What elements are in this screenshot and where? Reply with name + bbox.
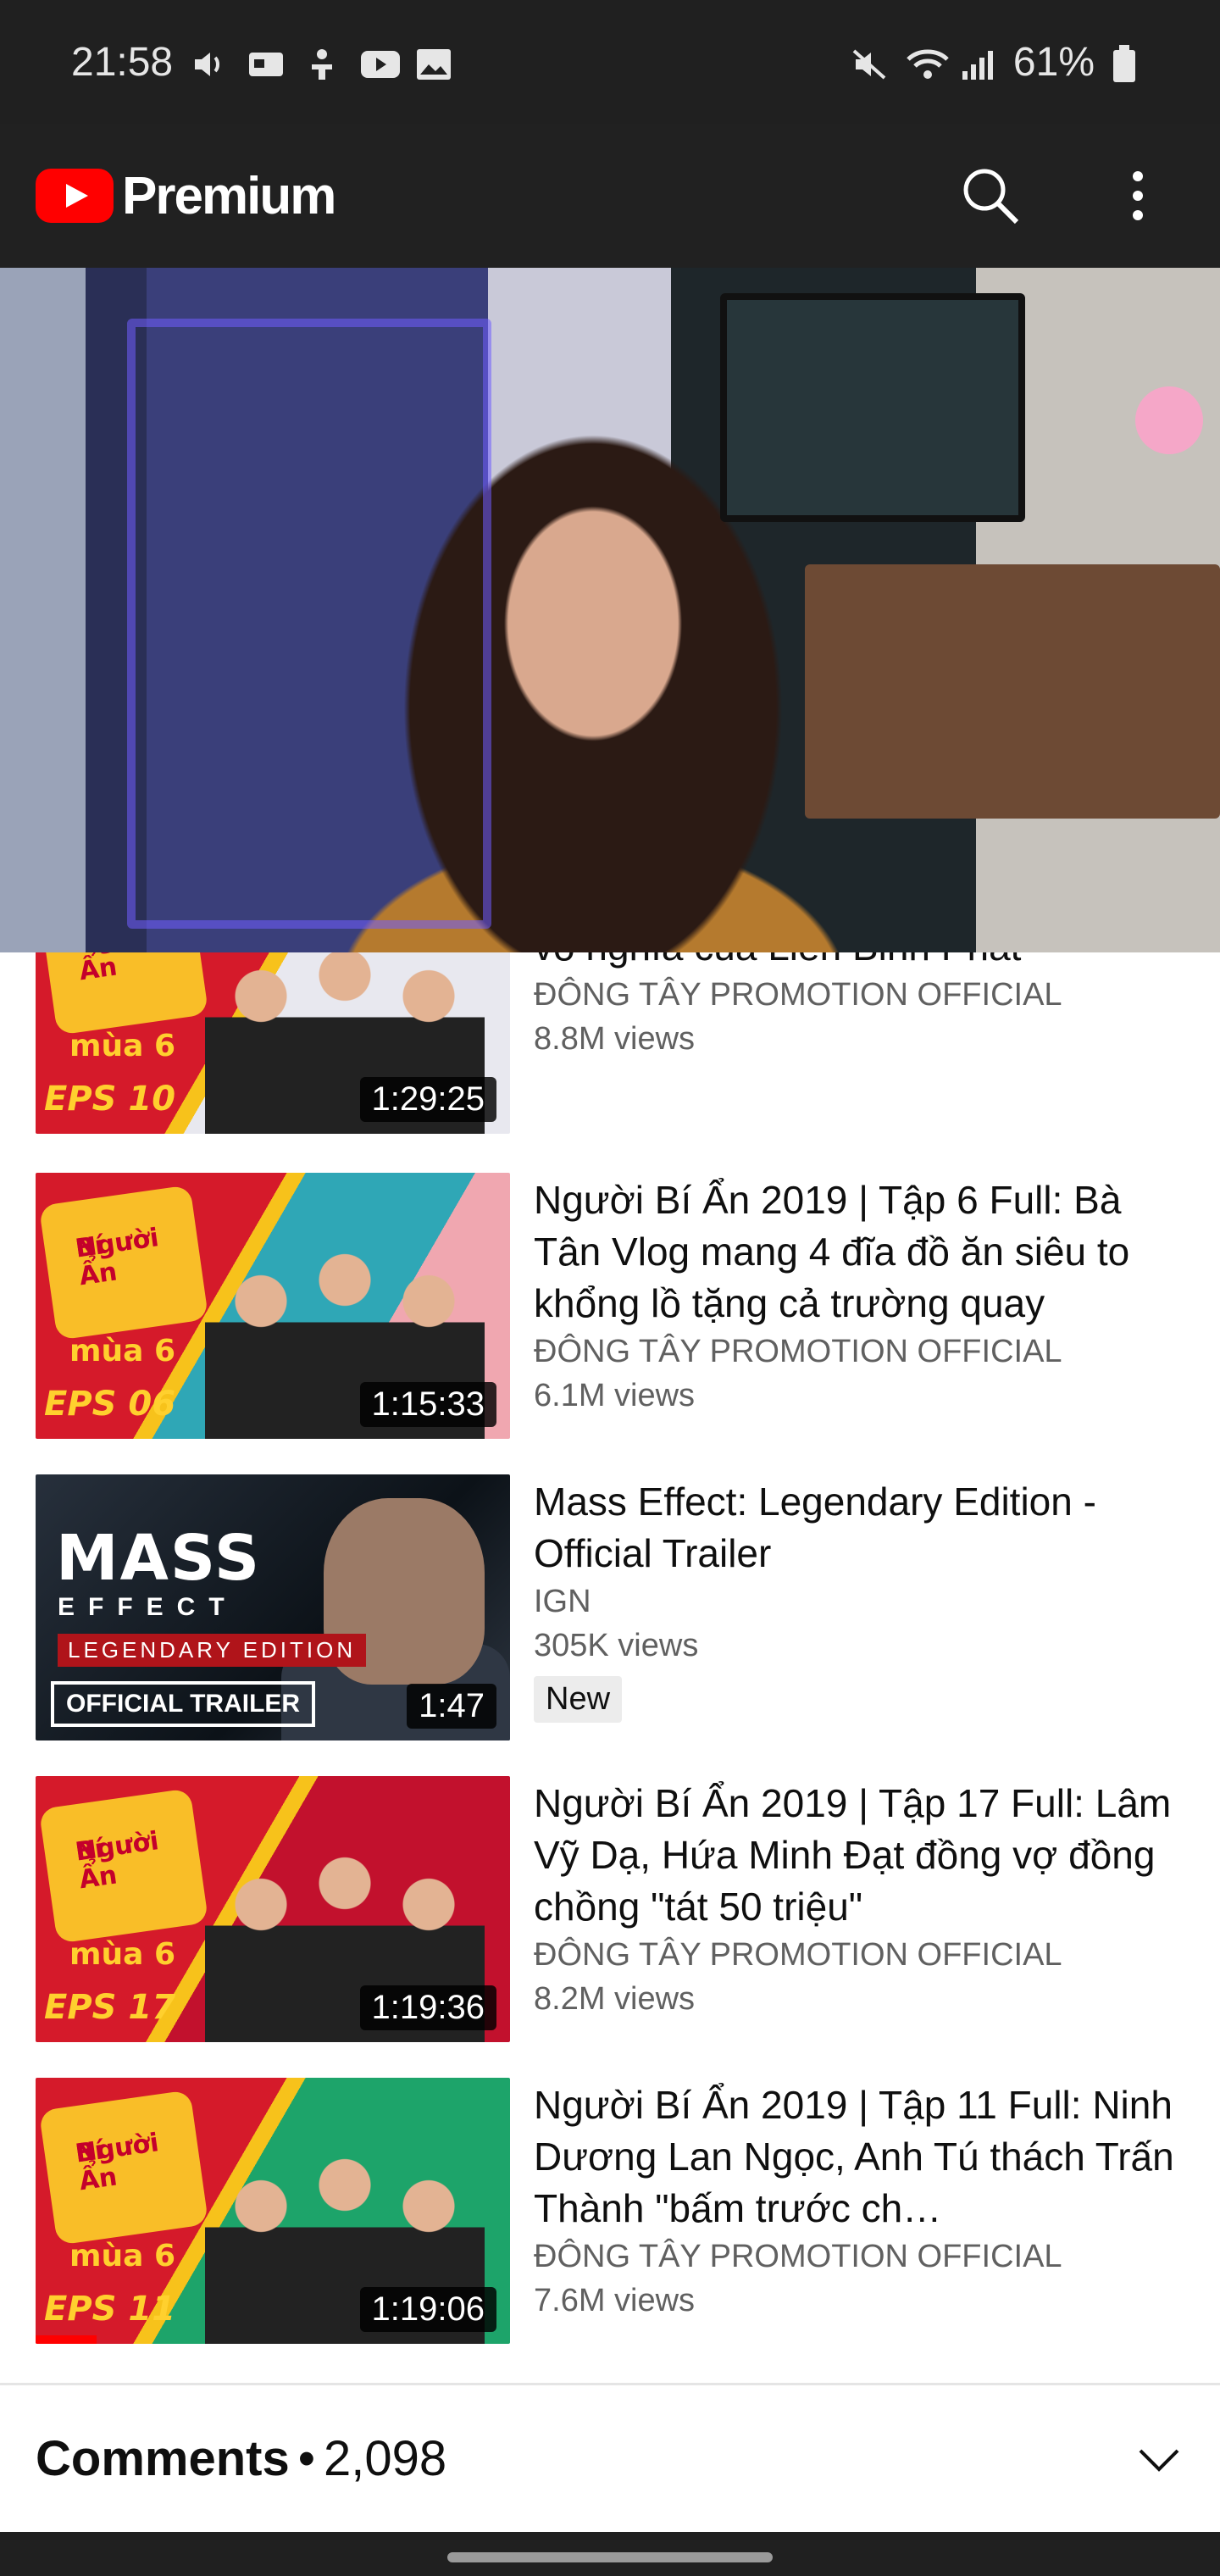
video-item[interactable]: Người Bí Ẩn mùa 6 EPS 06 1:15:33 Người Bí… — [36, 1173, 1184, 1441]
video-channel: ĐÔNG TÂY PROMOTION OFFICIAL — [534, 977, 1062, 1013]
video-views: 6.1M views — [534, 1378, 696, 1413]
video-meta[interactable]: Trấn không do nói những phát ngôn vô ngh… — [510, 952, 1184, 1135]
season-label: mùa 6 — [69, 1937, 176, 1972]
video-meta[interactable]: Người Bí Ẩn 2019 | Tập 6 Full: Bà Tân Vl… — [510, 1173, 1184, 1441]
player-frame-tv — [720, 293, 1025, 522]
episode-badge: EPS 06 — [44, 1385, 176, 1424]
video-thumbnail[interactable]: MASS EFFECT LEGENDARY EDITION OFFICIAL T… — [36, 1474, 510, 1740]
comments-separator: • — [297, 2431, 316, 2486]
video-thumbnail[interactable]: Người Bí Ẩn mùa 6 EPS 11 1:19:06 — [36, 2078, 510, 2344]
battery-icon — [1112, 45, 1149, 82]
status-bar: 21:58 61% — [0, 0, 1220, 124]
video-title[interactable]: Người Bí Ẩn 2019 | Tập 11 Full: Ninh Dươ… — [534, 2079, 1184, 2235]
gallery-icon — [415, 45, 452, 80]
wifi-icon — [905, 45, 949, 79]
video-views: 7.6M views — [534, 2283, 696, 2318]
player-frame-bookshelf — [127, 319, 491, 929]
comments-count: 2,098 — [324, 2431, 447, 2486]
video-meta[interactable]: Người Bí Ẩn 2019 | Tập 17 Full: Lâm Vỹ D… — [510, 1776, 1184, 2044]
youtube-notification-icon — [359, 45, 401, 79]
video-item[interactable]: Người Bí Ẩn mùa 6 EPS 17 1:19:36 Người Bí… — [36, 1776, 1184, 2044]
video-thumbnail[interactable]: NgườiBí Ẩn mùa 6 EPS 10 1:29:25 — [36, 952, 510, 1134]
video-duration: 1:19:36 — [359, 1985, 496, 2030]
show-brand: NgườiBí Ẩn — [38, 1185, 209, 1341]
video-views: 8.8M views — [534, 1021, 696, 1057]
home-gesture-handle[interactable] — [447, 2552, 773, 2562]
video-title[interactable]: Mass Effect: Legendary Edition - Officia… — [534, 1476, 1184, 1579]
episode-badge: EPS 11 — [44, 2290, 176, 2329]
video-duration: 1:15:33 — [359, 1382, 496, 1427]
video-title[interactable]: Người Bí Ẩn 2019 | Tập 17 Full: Lâm Vỹ D… — [534, 1778, 1184, 1933]
video-item[interactable]: MASS EFFECT LEGENDARY EDITION OFFICIAL T… — [36, 1474, 1184, 1742]
youtube-logo-icon — [36, 169, 114, 223]
thumbnail-game-subtitle: EFFECT — [58, 1593, 238, 1621]
mute-icon — [851, 45, 888, 80]
battery-percent: 61% — [1012, 39, 1095, 85]
video-meta[interactable]: Mass Effect: Legendary Edition - Officia… — [510, 1474, 1184, 1742]
video-item[interactable]: NgườiBí Ẩn mùa 6 EPS 10 1:29:25 Trấn khô… — [36, 952, 1184, 1135]
video-channel: IGN — [534, 1584, 591, 1619]
system-nav-bar — [0, 2532, 1220, 2576]
video-title[interactable]: Người Bí Ẩn 2019 | Tập 6 Full: Bà Tân Vl… — [534, 1174, 1184, 1330]
more-options-icon[interactable] — [1108, 166, 1167, 225]
video-duration: 1:29:25 — [359, 1077, 496, 1122]
search-icon[interactable] — [961, 166, 1020, 225]
thumbnail-edition-label: LEGENDARY EDITION — [58, 1634, 367, 1667]
status-time: 21:58 — [71, 39, 174, 85]
video-duration: 1:47 — [407, 1684, 496, 1729]
video-thumbnail[interactable]: Người Bí Ẩn mùa 6 EPS 06 1:15:33 — [36, 1173, 510, 1439]
player-frame-plush — [1135, 386, 1203, 454]
video-channel: ĐÔNG TÂY PROMOTION OFFICIAL — [534, 1334, 1062, 1369]
video-duration: 1:19:06 — [359, 2287, 496, 2332]
comments-label: Comments — [36, 2431, 290, 2486]
episode-badge: EPS 10 — [44, 1080, 176, 1119]
new-badge: New — [534, 1676, 623, 1723]
video-item[interactable]: Người Bí Ẩn mùa 6 EPS 11 1:19:06 Người Bí… — [36, 2078, 1184, 2346]
video-player[interactable] — [0, 268, 1220, 952]
comments-header[interactable]: Comments • 2,098 — [0, 2383, 1220, 2532]
thumbnail-trailer-label: OFFICIAL TRAILER — [51, 1681, 316, 1727]
show-brand: NgườiBí Ẩn — [38, 2090, 209, 2246]
video-channel: ĐÔNG TÂY PROMOTION OFFICIAL — [534, 2239, 1062, 2274]
player-frame-desk — [805, 564, 1220, 819]
voicemail-icon — [247, 45, 285, 79]
app-header: Premium — [0, 124, 1220, 268]
season-label: mùa 6 — [69, 2239, 176, 2273]
logo-text: Premium — [122, 166, 336, 225]
thumbnail-game-title: MASS — [56, 1522, 262, 1595]
video-views: 305K views — [534, 1628, 699, 1663]
video-title[interactable]: Trấn không do nói những phát ngôn vô ngh… — [534, 952, 1184, 973]
video-views: 8.2M views — [534, 1981, 696, 2017]
accessibility-icon — [303, 45, 341, 80]
show-brand: NgườiBí Ẩn — [38, 1788, 209, 1944]
season-label: mùa 6 — [69, 1029, 176, 1063]
volume-icon — [191, 45, 229, 79]
video-thumbnail[interactable]: Người Bí Ẩn mùa 6 EPS 17 1:19:36 — [36, 1776, 510, 2042]
episode-badge: EPS 17 — [44, 1988, 176, 2027]
signal-icon — [959, 45, 996, 80]
video-channel: ĐÔNG TÂY PROMOTION OFFICIAL — [534, 1937, 1062, 1973]
season-label: mùa 6 — [69, 1334, 176, 1368]
youtube-premium-logo[interactable]: Premium — [36, 166, 336, 226]
video-meta[interactable]: Người Bí Ẩn 2019 | Tập 11 Full: Ninh Dươ… — [510, 2078, 1184, 2346]
watch-progress-bar — [36, 2335, 97, 2344]
show-brand: NgườiBí Ẩn — [38, 952, 209, 1035]
related-videos-list[interactable]: NgườiBí Ẩn mùa 6 EPS 10 1:29:25 Trấn khô… — [0, 952, 1220, 2383]
chevron-down-icon[interactable] — [1134, 2442, 1184, 2476]
